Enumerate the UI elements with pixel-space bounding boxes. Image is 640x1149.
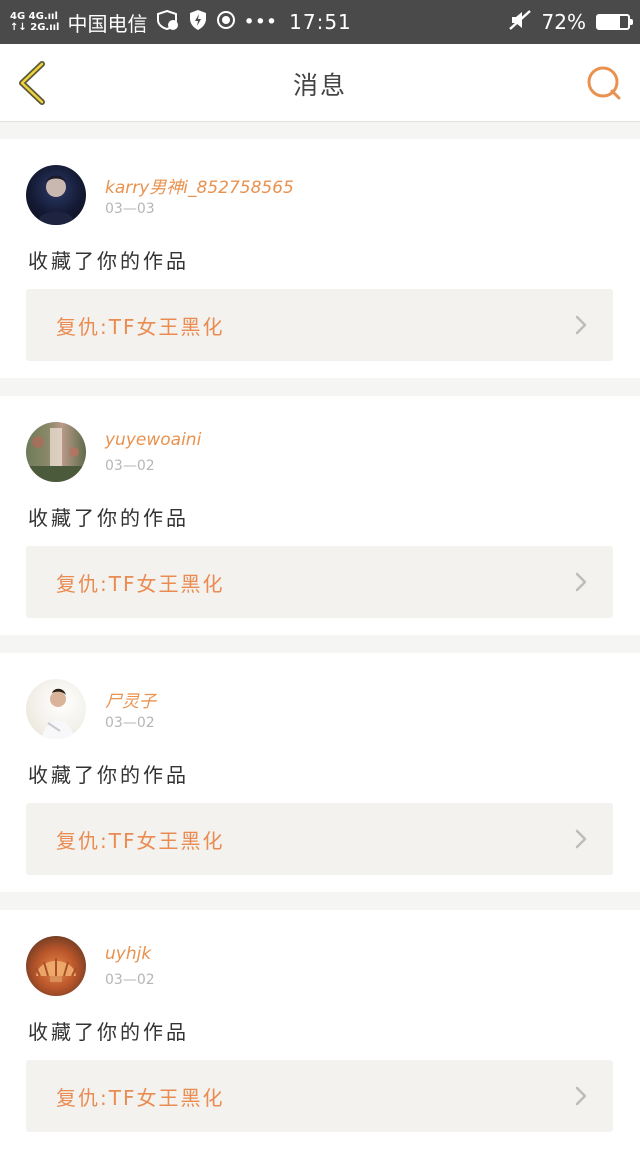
avatar-person-icon (42, 688, 74, 739)
message-date: 03—02 (105, 458, 155, 474)
avatar[interactable] (26, 936, 86, 996)
search-icon (587, 66, 621, 100)
chevron-right-icon (575, 572, 587, 592)
network-bottom: ↑↓ 2G.ııl (10, 22, 60, 33)
avatar[interactable] (26, 422, 86, 482)
message-card: 尸灵子 03—02 收藏了你的作品 复仇:TF女王黑化 (0, 653, 640, 892)
work-link[interactable]: 复仇:TF女王黑化 (26, 546, 613, 618)
status-bar: 4G 4G.ııl ↑↓ 2G.ııl 中国电信 ••• 17:51 72% (0, 0, 640, 44)
network-indicator: 4G 4G.ııl ↑↓ 2G.ııl (10, 11, 60, 33)
page-title: 消息 (292, 71, 347, 100)
more-dots-icon: ••• (243, 11, 278, 33)
work-title: 复仇:TF女王黑化 (56, 1086, 225, 1110)
action-text: 收藏了你的作品 (28, 1020, 189, 1044)
message-card: karry男神i_852758565 03—03 收藏了你的作品 复仇:TF女王… (0, 139, 640, 378)
action-text: 收藏了你的作品 (28, 249, 189, 273)
work-title: 复仇:TF女王黑化 (56, 829, 225, 853)
status-right: 72% (508, 9, 633, 35)
battery-fill (598, 16, 620, 28)
clock: 17:51 (289, 10, 352, 34)
app-header: 消息 (0, 44, 640, 122)
message-card: uyhjk 03—02 收藏了你的作品 复仇:TF女王黑化 (0, 910, 640, 1149)
message-date: 03—02 (105, 972, 155, 988)
chevron-right-icon (575, 1086, 587, 1106)
work-title: 复仇:TF女王黑化 (56, 572, 225, 596)
chevron-right-icon (575, 829, 587, 849)
shield-notification-icon (156, 9, 180, 36)
username[interactable]: yuyewoaini (105, 430, 201, 450)
message-date: 03—02 (105, 715, 155, 731)
avatar[interactable] (26, 679, 86, 739)
action-text: 收藏了你的作品 (28, 763, 189, 787)
avatar-scene-icon (26, 428, 86, 482)
search-button[interactable] (584, 63, 624, 103)
carrier-name: 中国电信 (67, 11, 148, 36)
work-link[interactable]: 复仇:TF女王黑化 (26, 803, 613, 875)
status-left: 4G 4G.ııl ↑↓ 2G.ııl 中国电信 ••• 17:51 (10, 8, 352, 37)
message-date: 03—03 (105, 201, 155, 217)
battery-icon (596, 14, 633, 30)
mute-icon (508, 9, 532, 35)
action-text: 收藏了你的作品 (28, 506, 189, 530)
username[interactable]: uyhjk (105, 944, 151, 964)
work-title: 复仇:TF女王黑化 (56, 315, 225, 339)
avatar[interactable] (26, 165, 86, 225)
username[interactable]: 尸灵子 (105, 687, 156, 712)
record-icon (216, 10, 236, 35)
work-link[interactable]: 复仇:TF女王黑化 (26, 1060, 613, 1132)
avatar-shell-icon (35, 958, 77, 982)
work-link[interactable]: 复仇:TF女王黑化 (26, 289, 613, 361)
security-bolt-icon (188, 9, 208, 36)
message-card: yuyewoaini 03—02 收藏了你的作品 复仇:TF女王黑化 (0, 396, 640, 635)
battery-percent: 72% (541, 10, 586, 34)
username[interactable]: karry男神i_852758565 (105, 173, 294, 198)
network-top: 4G 4G.ııl (10, 11, 58, 22)
chevron-right-icon (575, 315, 587, 335)
avatar-person-icon (36, 175, 76, 225)
